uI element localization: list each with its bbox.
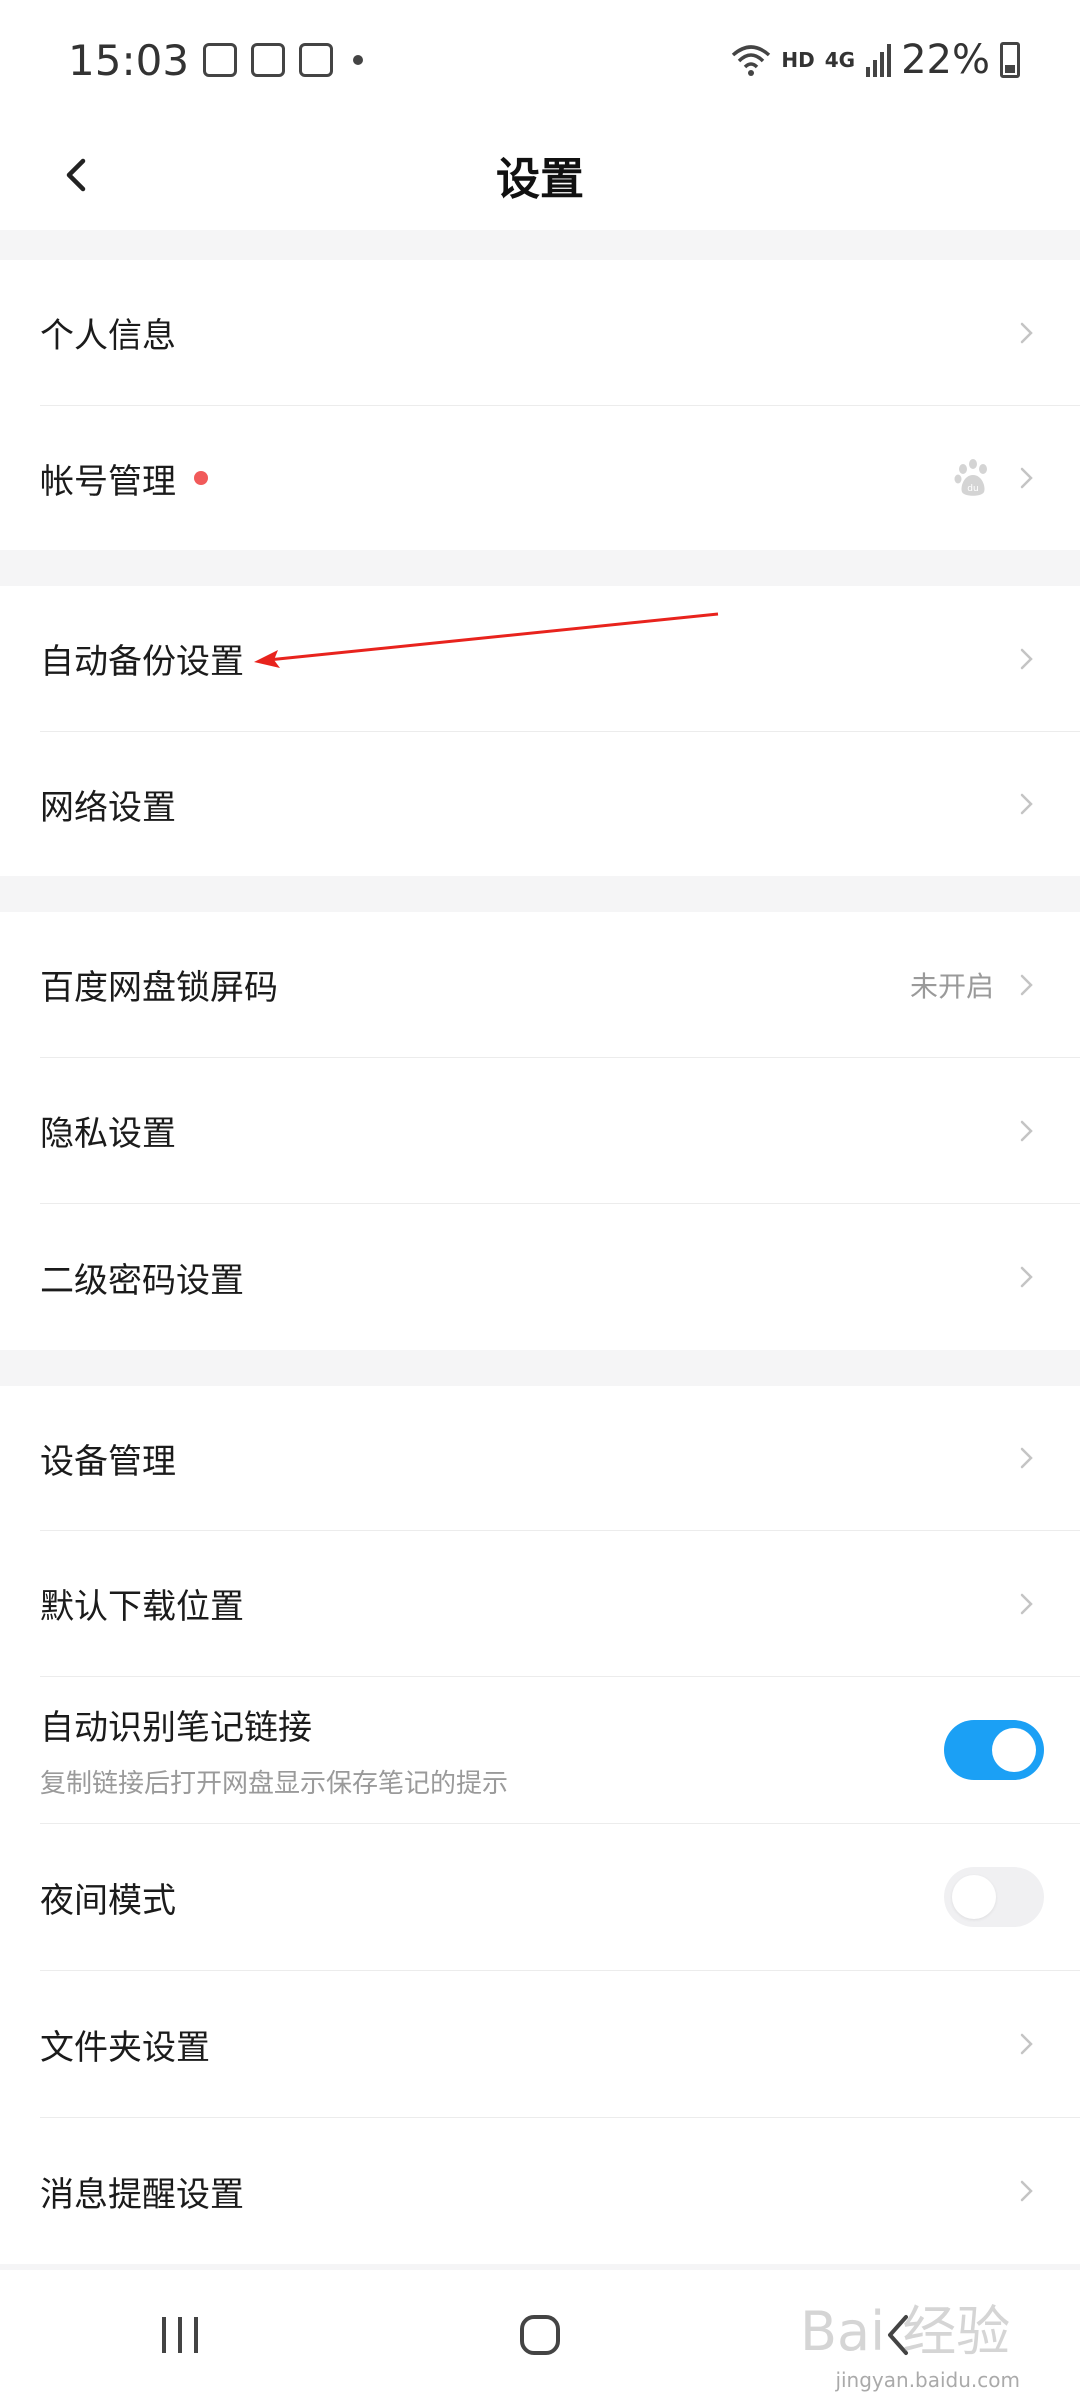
svg-text:du: du [967, 484, 978, 494]
settings-item-night-mode: 夜间模式 [0, 1824, 1080, 1970]
status-bar: 15:03 HD 4G 22% [0, 0, 1080, 120]
settings-item-personal-info[interactable]: 个人信息 [0, 260, 1080, 405]
settings-item-download-location[interactable]: 默认下载位置 [0, 1531, 1080, 1676]
wifi-icon [732, 45, 771, 76]
baidu-paw-icon: du [954, 459, 987, 496]
baidu-jingyan-watermark-icon: Bai 经验 [800, 2300, 1010, 2363]
baidu-notification-icon-2 [299, 43, 334, 77]
page-title: 设置 [496, 154, 584, 205]
status-left: 15:03 [68, 35, 364, 85]
chevron-right-icon [1010, 1441, 1044, 1475]
settings-item-secondary-password[interactable]: 二级密码设置 [0, 1204, 1080, 1350]
settings-item-lock-code[interactable]: 百度网盘锁屏码 未开启 [0, 912, 1080, 1057]
settings-item-label: 文件夹设置 [40, 2027, 210, 2068]
settings-item-label: 默认下载位置 [40, 1587, 244, 1627]
status-time: 15:03 [68, 35, 190, 85]
settings-item-label: 百度网盘锁屏码 [40, 968, 278, 1008]
battery-percent: 22% [901, 37, 990, 83]
nav-bar: 设置 [0, 120, 1080, 230]
settings-item-sublabel: 复制链接后打开网盘显示保存笔记的提示 [40, 1769, 509, 1799]
back-arrow-icon [66, 158, 86, 192]
chevron-right-icon [1010, 2027, 1044, 2061]
chevron-right-icon [1010, 2174, 1044, 2208]
section-gap [0, 1350, 1080, 1386]
settings-item-label: 二级密码设置 [40, 1260, 244, 1301]
settings-item-label: 自动备份设置 [40, 642, 244, 682]
red-dot-badge [194, 471, 208, 485]
settings-item-folder[interactable]: 文件夹设置 [0, 1971, 1080, 2117]
note-link-toggle[interactable] [944, 1720, 1044, 1780]
night-mode-toggle[interactable] [944, 1867, 1044, 1927]
baidu-notification-icon [251, 43, 286, 77]
signal-type: 4G [824, 48, 856, 72]
settings-item-label: 帐号管理 [40, 461, 176, 502]
toggle-knob [952, 1875, 996, 1919]
recent-apps-icon[interactable] [150, 2305, 210, 2365]
battery-icon [1000, 42, 1020, 78]
settings-item-auto-backup[interactable]: 自动备份设置 [0, 586, 1080, 731]
settings-item-message-reminder[interactable]: 消息提醒设置 [0, 2118, 1080, 2264]
back-button[interactable] [42, 140, 112, 210]
settings-item-label: 隐私设置 [40, 1114, 176, 1154]
chevron-right-icon [1010, 1587, 1044, 1621]
chevron-right-icon [1010, 642, 1044, 676]
settings-item-label: 自动识别笔记链接 [40, 1708, 312, 1748]
status-right: HD 4G 22% [731, 37, 1020, 83]
network-type: HD [781, 48, 815, 72]
settings-item-note-link-detection: 自动识别笔记链接 复制链接后打开网盘显示保存笔记的提示 [0, 1677, 1080, 1823]
settings-item-account-management[interactable]: 帐号管理 du [0, 406, 1080, 550]
chevron-right-icon [1010, 316, 1044, 350]
signal-bars-icon [866, 44, 892, 77]
section-gap [0, 876, 1080, 912]
watermark-text: jingyan.baidu.com [835, 2368, 1020, 2392]
settings-item-device-management[interactable]: 设备管理 [0, 1386, 1080, 1530]
settings-item-value: 未开启 [909, 969, 994, 1003]
toggle-knob [992, 1728, 1036, 1772]
section-gap [0, 550, 1080, 586]
settings-item-label: 个人信息 [40, 316, 176, 356]
home-icon[interactable] [510, 2305, 570, 2365]
gallery-notification-icon [203, 43, 238, 77]
chevron-right-icon [1010, 968, 1044, 1002]
settings-item-label: 设备管理 [40, 1441, 176, 1482]
chevron-right-icon [1010, 1260, 1044, 1294]
chevron-right-icon [1010, 1114, 1044, 1148]
chevron-right-icon [1010, 787, 1044, 821]
watermark-logo: Bai 经验 [800, 2300, 1010, 2363]
chevron-right-icon [1010, 461, 1044, 495]
settings-item-label: 网络设置 [40, 787, 176, 828]
section-gap [0, 230, 1080, 260]
settings-item-label: 夜间模式 [40, 1880, 176, 1921]
settings-item-privacy[interactable]: 隐私设置 [0, 1058, 1080, 1203]
settings-item-network[interactable]: 网络设置 [0, 732, 1080, 876]
settings-item-label: 消息提醒设置 [40, 2174, 244, 2215]
more-notifications-dot-icon [353, 55, 364, 65]
